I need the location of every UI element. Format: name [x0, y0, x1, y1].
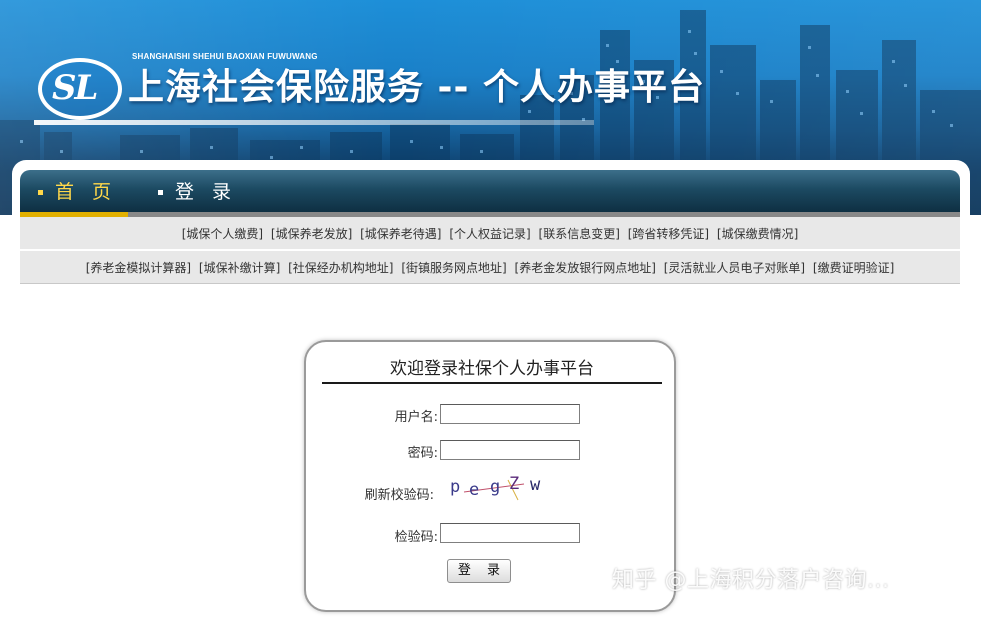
quick-links-row-2: [养老金模拟计算器] [城保补缴计算] [社保经办机构地址] [街镇服务网点地址… [20, 251, 960, 284]
username-input[interactable] [440, 404, 580, 424]
link-agency-addresses[interactable]: [社保经办机构地址] [288, 261, 393, 275]
nav-login-label: 登 录 [175, 181, 238, 203]
link-bank-branch-addresses[interactable]: [养老金发放银行网点地址] [515, 261, 656, 275]
link-pension-benefits[interactable]: [城保养老待遇] [360, 227, 441, 241]
link-pension-calculator[interactable]: [养老金模拟计算器] [86, 261, 191, 275]
link-cross-province-transfer[interactable]: [跨省转移凭证] [628, 227, 709, 241]
link-urban-insurance-payment[interactable]: [城保个人缴费] [182, 227, 263, 241]
captcha-char: g [490, 477, 501, 497]
username-label: 用户名: [394, 410, 438, 425]
captcha-char: p [450, 477, 461, 497]
link-street-service-points[interactable]: [街镇服务网点地址] [401, 261, 506, 275]
zhihu-watermark: 知乎 @上海积分落户咨询... [612, 568, 890, 593]
bullet-icon [158, 190, 163, 195]
link-back-payment-calc[interactable]: [城保补缴计算] [199, 261, 280, 275]
quick-links-row-1: [城保个人缴费] [城保养老发放] [城保养老待遇] [个人权益记录] [联系信… [20, 217, 960, 250]
nav-home-link[interactable]: 首 页 [38, 170, 117, 212]
link-flexible-employee-statement[interactable]: [灵活就业人员电子对账单] [664, 261, 805, 275]
link-payment-certificate-verify[interactable]: [缴费证明验证] [813, 261, 894, 275]
link-payment-status[interactable]: [城保缴费情况] [717, 227, 798, 241]
nav-login-link[interactable]: 登 录 [158, 170, 237, 212]
captcha-char: w [530, 475, 541, 495]
verification-code-input[interactable] [440, 523, 580, 543]
link-pension-issuance[interactable]: [城保养老发放] [271, 227, 352, 241]
captcha-char: Z [509, 474, 520, 494]
password-label: 密码: [407, 446, 438, 461]
captcha-image[interactable]: p e g Z w [446, 474, 552, 502]
site-pinyin: SHANGHAISHI SHEHUI BAOXIAN FUWUWANG [132, 52, 318, 61]
verification-code-label: 检验码: [394, 530, 438, 545]
link-personal-rights-record[interactable]: [个人权益记录] [449, 227, 530, 241]
login-submit-button[interactable]: 登 录 [447, 559, 511, 583]
title-divider [322, 382, 662, 384]
password-input[interactable] [440, 440, 580, 460]
site-title: 上海社会保险服务 -- 个人办事平台 [128, 67, 705, 108]
bullet-icon [38, 190, 43, 195]
captcha-char: e [469, 480, 480, 500]
title-underline [34, 120, 594, 125]
link-contact-info-change[interactable]: [联系信息变更] [539, 227, 620, 241]
logo-text: SL [52, 68, 98, 108]
login-panel-title: 欢迎登录社保个人办事平台 [390, 359, 594, 379]
refresh-captcha-label[interactable]: 刷新校验码: [304, 484, 434, 503]
nav-home-label: 首 页 [55, 181, 118, 203]
